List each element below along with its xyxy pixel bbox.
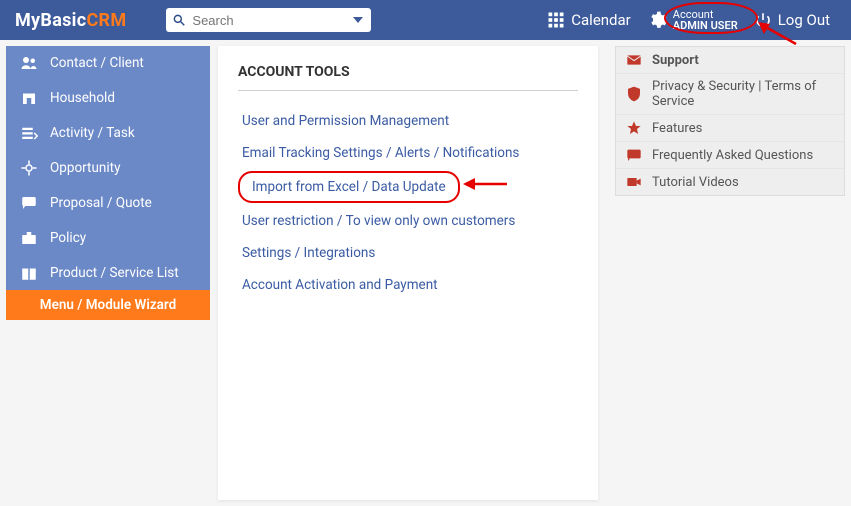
sidebar-item-product[interactable]: Product / Service List — [6, 255, 210, 290]
list-icon — [20, 124, 38, 142]
account-tools-card: ACCOUNT TOOLS User and Permission Manage… — [218, 46, 598, 500]
menu-label: Frequently Asked Questions — [652, 148, 813, 163]
sidebar-label: Product / Service List — [50, 265, 179, 281]
video-icon — [626, 174, 642, 190]
briefcase-icon — [20, 229, 38, 247]
logo[interactable]: MyBasicCRM — [15, 10, 126, 31]
menu-label: Tutorial Videos — [652, 175, 739, 190]
gift-icon — [20, 264, 38, 282]
sidebar-label: Proposal / Quote — [50, 195, 152, 211]
power-icon — [754, 11, 772, 29]
account-dropdown-menu: Support Privacy & Security | Terms of Se… — [615, 46, 845, 196]
calendar-button[interactable]: Calendar — [541, 11, 637, 29]
tool-link-settings-integrations[interactable]: Settings / Integrations — [238, 237, 578, 269]
sidebar-label: Contact / Client — [50, 55, 144, 71]
menu-item-tutorials[interactable]: Tutorial Videos — [616, 169, 844, 195]
tool-link-activation-payment[interactable]: Account Activation and Payment — [238, 269, 578, 301]
sidebar: Contact / Client Household Activity / Ta… — [6, 46, 210, 320]
topbar: MyBasicCRM Calendar Account ADMIN USER L… — [0, 0, 851, 40]
menu-item-privacy[interactable]: Privacy & Security | Terms of Service — [616, 74, 844, 115]
sidebar-item-opportunity[interactable]: Opportunity — [6, 151, 210, 186]
menu-label: Features — [652, 121, 702, 136]
menu-item-faq[interactable]: Frequently Asked Questions — [616, 142, 844, 169]
sidebar-item-proposal[interactable]: Proposal / Quote — [6, 185, 210, 220]
sidebar-label: Policy — [50, 230, 86, 246]
logout-button[interactable]: Log Out — [748, 11, 836, 29]
sidebar-item-contact[interactable]: Contact / Client — [6, 46, 210, 81]
account-button[interactable]: Account ADMIN USER — [647, 9, 738, 31]
menu-item-features[interactable]: Features — [616, 115, 844, 142]
tool-link-import-excel[interactable]: Import from Excel / Data Update — [238, 171, 460, 203]
chat-icon — [626, 147, 642, 163]
search-icon — [172, 13, 186, 27]
annotation-arrow-import — [463, 175, 509, 193]
people-icon — [20, 54, 38, 72]
tool-link-email-tracking[interactable]: Email Tracking Settings / Alerts / Notif… — [238, 137, 578, 169]
section-title: ACCOUNT TOOLS — [238, 64, 578, 91]
tool-link-user-restriction[interactable]: User restriction / To view only own cust… — [238, 205, 578, 237]
sidebar-label: Opportunity — [50, 160, 120, 176]
menu-label: Privacy & Security | Terms of Service — [652, 79, 834, 109]
logo-part2: CRM — [86, 10, 126, 31]
search-dropdown-caret[interactable] — [353, 17, 363, 23]
sidebar-label: Household — [50, 90, 115, 106]
envelope-icon — [626, 52, 642, 68]
menu-wizard-button[interactable]: Menu / Module Wizard — [6, 290, 210, 320]
grid-icon — [547, 11, 565, 29]
home-icon — [20, 89, 38, 107]
sidebar-item-household[interactable]: Household — [6, 81, 210, 116]
target-icon — [20, 159, 38, 177]
gear-icon — [647, 10, 667, 30]
menu-label: Support — [652, 53, 699, 68]
star-icon — [626, 120, 642, 136]
shield-icon — [626, 86, 642, 102]
chat-icon — [20, 194, 38, 212]
logout-label: Log Out — [778, 11, 830, 29]
sidebar-label: Activity / Task — [50, 125, 135, 141]
sidebar-item-policy[interactable]: Policy — [6, 220, 210, 255]
sidebar-item-activity[interactable]: Activity / Task — [6, 116, 210, 151]
search-input[interactable] — [166, 8, 371, 32]
logo-part1: MyBasic — [15, 10, 86, 31]
search-container — [166, 8, 371, 32]
account-user: ADMIN USER — [673, 20, 738, 31]
tool-link-user-permission[interactable]: User and Permission Management — [238, 105, 578, 137]
calendar-label: Calendar — [571, 11, 631, 29]
menu-item-support[interactable]: Support — [616, 47, 844, 74]
